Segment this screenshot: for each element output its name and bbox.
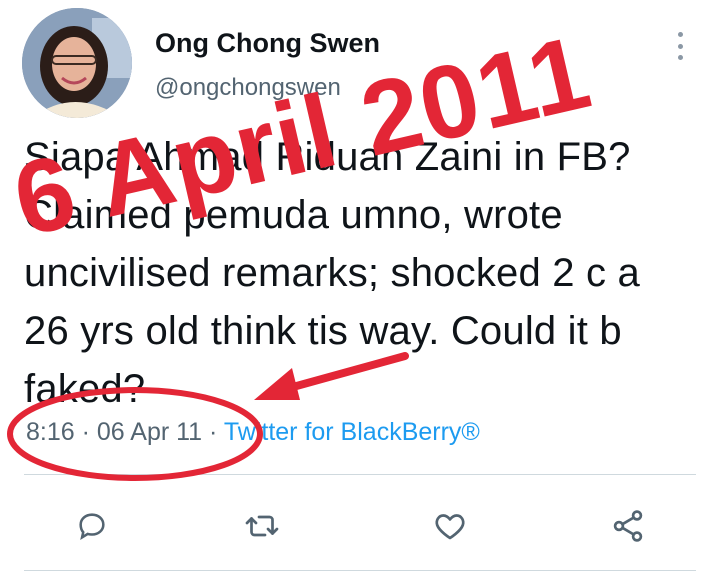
retweet-icon[interactable]	[240, 504, 284, 548]
avatar-image	[22, 8, 132, 118]
divider	[24, 474, 696, 475]
tweet-time[interactable]: 8:16	[26, 418, 75, 446]
bottom-divider	[24, 570, 696, 571]
author-name[interactable]: Ong Chong Swen	[155, 28, 380, 59]
tweet-line: faked?	[24, 367, 146, 411]
tweet-meta: 8:16 · 06 Apr 11 · Twitter for BlackBerr…	[26, 418, 480, 447]
more-options-icon[interactable]	[668, 28, 692, 64]
tweet-date[interactable]: 06 Apr 11	[97, 418, 202, 446]
tweet-line: 26 yrs old think tis way. Could it b	[24, 309, 622, 353]
share-icon[interactable]	[606, 504, 650, 548]
like-icon[interactable]	[428, 504, 472, 548]
reply-icon[interactable]	[70, 504, 114, 548]
tweet-line: uncivilised remarks; shocked 2 c a	[24, 251, 640, 295]
avatar[interactable]	[22, 8, 132, 118]
meta-separator-2: ·	[209, 418, 218, 446]
meta-separator: ·	[81, 418, 90, 446]
action-bar	[0, 492, 720, 562]
tweet-source-link[interactable]: Twitter for BlackBerry®	[224, 418, 480, 446]
